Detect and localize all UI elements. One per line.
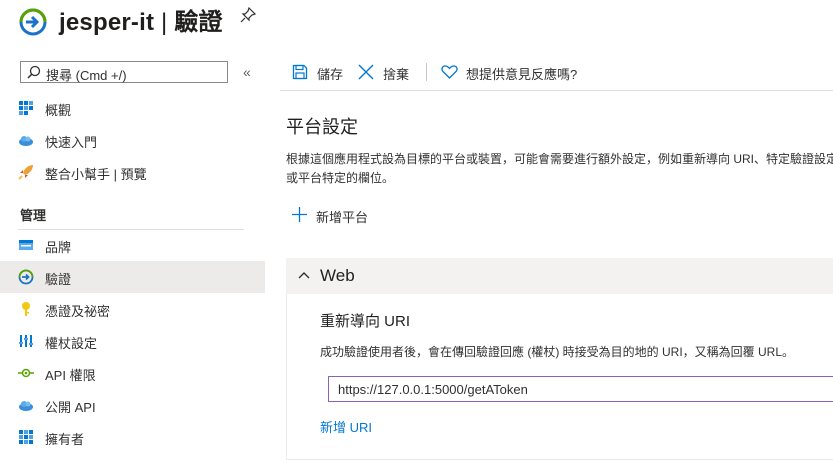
feedback-button[interactable]: 想提供意見反應嗎?: [441, 62, 581, 82]
branding-icon: [19, 240, 33, 250]
save-icon: [292, 64, 308, 80]
sidebar-item-token-configuration[interactable]: 權杖設定: [0, 325, 265, 357]
discard-button[interactable]: 捨棄: [358, 62, 414, 82]
redirect-uri-input[interactable]: https://127.0.0.1:5000/getAToken: [328, 376, 833, 402]
sidebar-item-overview[interactable]: 概觀: [0, 92, 265, 124]
add-uri-link[interactable]: 新增 URI: [320, 417, 372, 436]
sidebar-item-label: 整合小幫手 | 預覽: [45, 167, 147, 182]
app-name: jesper-it: [59, 9, 155, 36]
sidebar-item-label: 驗證: [45, 272, 72, 287]
search-placeholder: 搜尋 (Cmd +/): [46, 68, 127, 83]
cloud-icon: [19, 136, 33, 146]
pin-icon[interactable]: [240, 7, 256, 23]
token-bars-icon: [19, 335, 33, 347]
sidebar-item-api-permissions[interactable]: API 權限: [0, 357, 265, 389]
sidebar-item-branding[interactable]: 品牌: [0, 229, 265, 261]
discard-label: 捨棄: [383, 67, 410, 82]
heart-icon: [441, 65, 458, 79]
authentication-icon: [18, 269, 34, 285]
toolbar-divider: [280, 90, 833, 91]
page-name: 驗證: [174, 9, 223, 36]
redirect-uri-heading: 重新導向 URI: [320, 313, 411, 330]
search-icon: [27, 65, 41, 79]
plus-icon: [292, 207, 307, 222]
sidebar-item-label: 憑證及祕密: [45, 304, 111, 319]
sidebar-item-label: API 權限: [45, 368, 96, 383]
collapse-sidebar-button[interactable]: «: [243, 64, 251, 80]
save-label: 儲存: [317, 67, 344, 82]
chevron-up-icon[interactable]: [297, 268, 311, 282]
sidebar-item-quickstart[interactable]: 快速入門: [0, 124, 265, 156]
redirect-uri-description: 成功驗證使用者後，會在傳回驗證回應 (權杖) 時接受為目的地的 URI，又稱為回…: [320, 345, 795, 359]
sidebar-item-integration-assistant[interactable]: 整合小幫手 | 預覽: [0, 156, 265, 188]
toolbar-separator: [426, 63, 427, 81]
cloud-api-icon: [19, 401, 33, 411]
close-icon: [358, 64, 374, 80]
owners-grid-icon: [19, 430, 33, 444]
web-card-title: Web: [320, 266, 355, 285]
sidebar-item-label: 公開 API: [45, 400, 96, 415]
key-icon: [22, 302, 30, 316]
rocket-icon: [18, 165, 33, 180]
sidebar-item-label: 權杖設定: [45, 336, 98, 351]
platform-settings-heading: 平台設定: [286, 117, 358, 137]
redirect-uri-value: https://127.0.0.1:5000/getAToken: [338, 382, 528, 397]
sidebar-item-label: 擁有者: [45, 432, 85, 447]
search-input[interactable]: 搜尋 (Cmd +/): [20, 61, 228, 83]
page-title: jesper-it | 驗證: [59, 2, 223, 37]
sidebar-item-authentication[interactable]: 驗證: [0, 261, 265, 293]
save-button[interactable]: 儲存: [292, 62, 348, 82]
web-card-header[interactable]: [286, 258, 833, 294]
sidebar-item-owners[interactable]: 擁有者: [0, 421, 265, 453]
sidebar-item-expose-api[interactable]: 公開 API: [0, 389, 265, 421]
sidebar-item-label: 概觀: [45, 103, 72, 118]
api-permissions-icon: [18, 368, 34, 378]
add-platform-label: 新增平台: [316, 210, 369, 225]
sidebar-item-certificates-secrets[interactable]: 憑證及祕密: [0, 293, 265, 325]
sidebar-item-label: 品牌: [45, 240, 72, 255]
app-logo-icon: [19, 8, 47, 36]
feedback-label: 想提供意見反應嗎?: [466, 67, 578, 82]
section-title-manage: 管理: [20, 208, 47, 223]
overview-grid-icon: [19, 101, 33, 115]
platform-description: 根據這個應用程式設為目標的平台或裝置，可能會需要進行額外設定，例如重新導向 UR…: [286, 152, 833, 185]
title-separator: |: [161, 9, 168, 36]
sidebar-item-label: 快速入門: [45, 135, 98, 150]
